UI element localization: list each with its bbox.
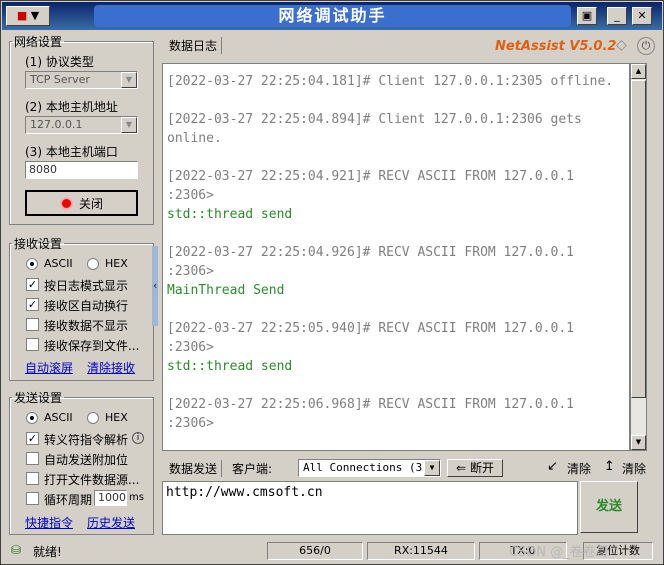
send-ascii-radio[interactable]	[26, 412, 38, 424]
chevron-down-icon: ▼	[424, 460, 440, 476]
log-line: [2022-03-27 22:25:06.968]# RECV ASCII FR…	[167, 397, 574, 412]
receive-ascii-label: ASCII	[44, 257, 73, 270]
hide-data-checkbox[interactable]	[26, 318, 39, 331]
scroll-thumb[interactable]	[631, 80, 646, 398]
auto-append-label: 自动发送附加位	[44, 453, 129, 467]
receive-settings-legend: 接收设置	[14, 237, 63, 251]
close-connection-button[interactable]: 关闭	[25, 190, 138, 216]
log-line: [2022-03-27 22:25:04.921]# RECV ASCII FR…	[167, 169, 574, 184]
period-unit: ms	[129, 492, 144, 503]
system-menu-button[interactable]: ■ ▼	[6, 6, 50, 26]
send-input[interactable]: http://www.cmsoft.cn	[162, 481, 578, 535]
log-line: [2022-03-27 22:25:04.926]# RECV ASCII FR…	[167, 245, 574, 260]
shortcut-link[interactable]: 快捷指令	[25, 514, 73, 531]
send-ascii-label: ASCII	[44, 411, 73, 424]
log-mode-label: 按日志模式显示	[44, 279, 129, 293]
pin-icon[interactable]: ▣	[577, 7, 597, 25]
escape-parse-checkbox[interactable]: ✓	[26, 432, 39, 445]
clear-all-icon[interactable]: ↥	[604, 459, 615, 474]
send-button[interactable]: 发送	[580, 481, 638, 533]
receive-hex-label: HEX	[105, 257, 128, 270]
window-title: 网络调试助手	[94, 5, 571, 27]
chevron-down-icon: ▼	[121, 117, 137, 133]
client-select[interactable]: All Connections (3) ▼	[298, 459, 441, 477]
port-input[interactable]: 8080	[25, 161, 138, 179]
save-file-label: 接收保存到文件...	[44, 339, 140, 353]
client-value: All Connections (3)	[303, 461, 429, 474]
log-scrollbar[interactable]: ▲ ▼	[630, 63, 647, 451]
connection-status-icon	[59, 197, 73, 210]
client-label: 客户端:	[232, 462, 273, 476]
escape-parse-label: 转义符指令解析	[44, 433, 129, 447]
log-line: std::thread send	[167, 359, 293, 374]
watermark: CSDN @_卷卷哥	[509, 545, 609, 560]
clear-send-icon[interactable]: ↙	[547, 459, 558, 474]
log-line: :2306>	[167, 188, 214, 203]
log-line: [2022-03-27 22:25:05.940]# RECV ASCII FR…	[167, 321, 574, 336]
brand-label: NetAssist V5.0.2	[495, 39, 617, 54]
close-label: 关闭	[78, 197, 103, 211]
file-source-checkbox[interactable]	[26, 472, 39, 485]
log-mode-checkbox[interactable]: ✓	[26, 278, 39, 291]
loop-period-label: 循环周期	[44, 493, 93, 507]
tab-data-send[interactable]: 数据发送	[165, 460, 223, 477]
settings-icon[interactable]: ⏻	[637, 37, 655, 55]
save-file-checkbox[interactable]	[26, 338, 39, 351]
host-select[interactable]: 127.0.0.1 ▼	[25, 116, 138, 134]
host-label: (2) 本地主机地址	[25, 100, 118, 114]
network-settings-legend: 网络设置	[14, 35, 63, 49]
status-icon: ⛁	[11, 543, 22, 557]
clear-receive-link[interactable]: 清除接收	[87, 359, 135, 376]
arrow-left-icon: ⇐	[456, 461, 467, 475]
log-line: MainThread Send	[167, 283, 285, 298]
auto-wrap-label: 接收区自动换行	[44, 299, 129, 313]
diamond-icon[interactable]: ◇	[616, 37, 627, 53]
rx-counter: RX:11544	[367, 542, 475, 560]
log-line: [2022-03-27 22:25:04.894]# Client 127.0.…	[167, 112, 582, 127]
title-bar: ■ ▼ 网络调试助手 ▣ _ ✕	[2, 2, 662, 30]
file-source-label: 打开文件数据源...	[44, 473, 140, 487]
app-window: ■ ▼ 网络调试助手 ▣ _ ✕ 网络设置 (1) 协议类型 TCP Serve…	[0, 0, 664, 565]
history-link[interactable]: 历史发送	[87, 514, 135, 531]
system-menu-arrow: ▼	[30, 9, 40, 22]
auto-wrap-checkbox[interactable]: ✓	[26, 298, 39, 311]
log-output[interactable]: [2022-03-27 22:25:04.181]# Client 127.0.…	[162, 63, 630, 451]
send-hex-radio[interactable]	[87, 412, 99, 424]
info-icon[interactable]: i	[132, 432, 144, 444]
scroll-up-icon[interactable]: ▲	[631, 64, 646, 79]
protocol-label: (1) 协议类型	[25, 55, 94, 69]
log-line: :2306>	[167, 416, 214, 431]
counter-display: 656/0	[267, 542, 363, 560]
auto-append-checkbox[interactable]	[26, 452, 39, 465]
scroll-down-icon[interactable]: ▼	[631, 435, 646, 450]
log-line: std::thread send	[167, 207, 293, 222]
chevron-left-icon[interactable]: ‹	[153, 279, 157, 292]
log-line: online.	[167, 131, 222, 146]
disconnect-label: 断开	[469, 461, 494, 475]
protocol-select[interactable]: TCP Server ▼	[25, 71, 138, 89]
send-settings-legend: 发送设置	[14, 391, 63, 405]
clear-all-label[interactable]: 清除	[622, 460, 646, 477]
auto-scroll-link[interactable]: 自动滚屏	[25, 359, 73, 376]
receive-ascii-radio[interactable]	[26, 258, 38, 270]
port-label: (3) 本地主机端口	[25, 145, 118, 159]
tab-data-log[interactable]: 数据日志	[165, 37, 223, 54]
app-icon: ■	[16, 9, 28, 22]
close-window-button[interactable]: ✕	[632, 7, 652, 25]
protocol-value: TCP Server	[30, 73, 90, 86]
send-hex-label: HEX	[105, 411, 128, 424]
clear-send-label[interactable]: 清除	[567, 460, 591, 477]
disconnect-button[interactable]: ⇐ 断开	[447, 459, 503, 477]
log-line: [2022-03-27 22:25:04.181]# Client 127.0.…	[167, 74, 614, 89]
hide-data-label: 接收数据不显示	[44, 319, 129, 333]
period-input[interactable]: 1000	[94, 490, 127, 506]
receive-hex-radio[interactable]	[87, 258, 99, 270]
chevron-down-icon: ▼	[121, 72, 137, 88]
log-line: :2306>	[167, 264, 214, 279]
loop-period-checkbox[interactable]	[26, 492, 39, 505]
status-ready: 就绪!	[33, 545, 62, 559]
log-line: :2306>	[167, 340, 214, 355]
host-value: 127.0.0.1	[30, 118, 83, 131]
minimize-button[interactable]: _	[607, 7, 627, 25]
